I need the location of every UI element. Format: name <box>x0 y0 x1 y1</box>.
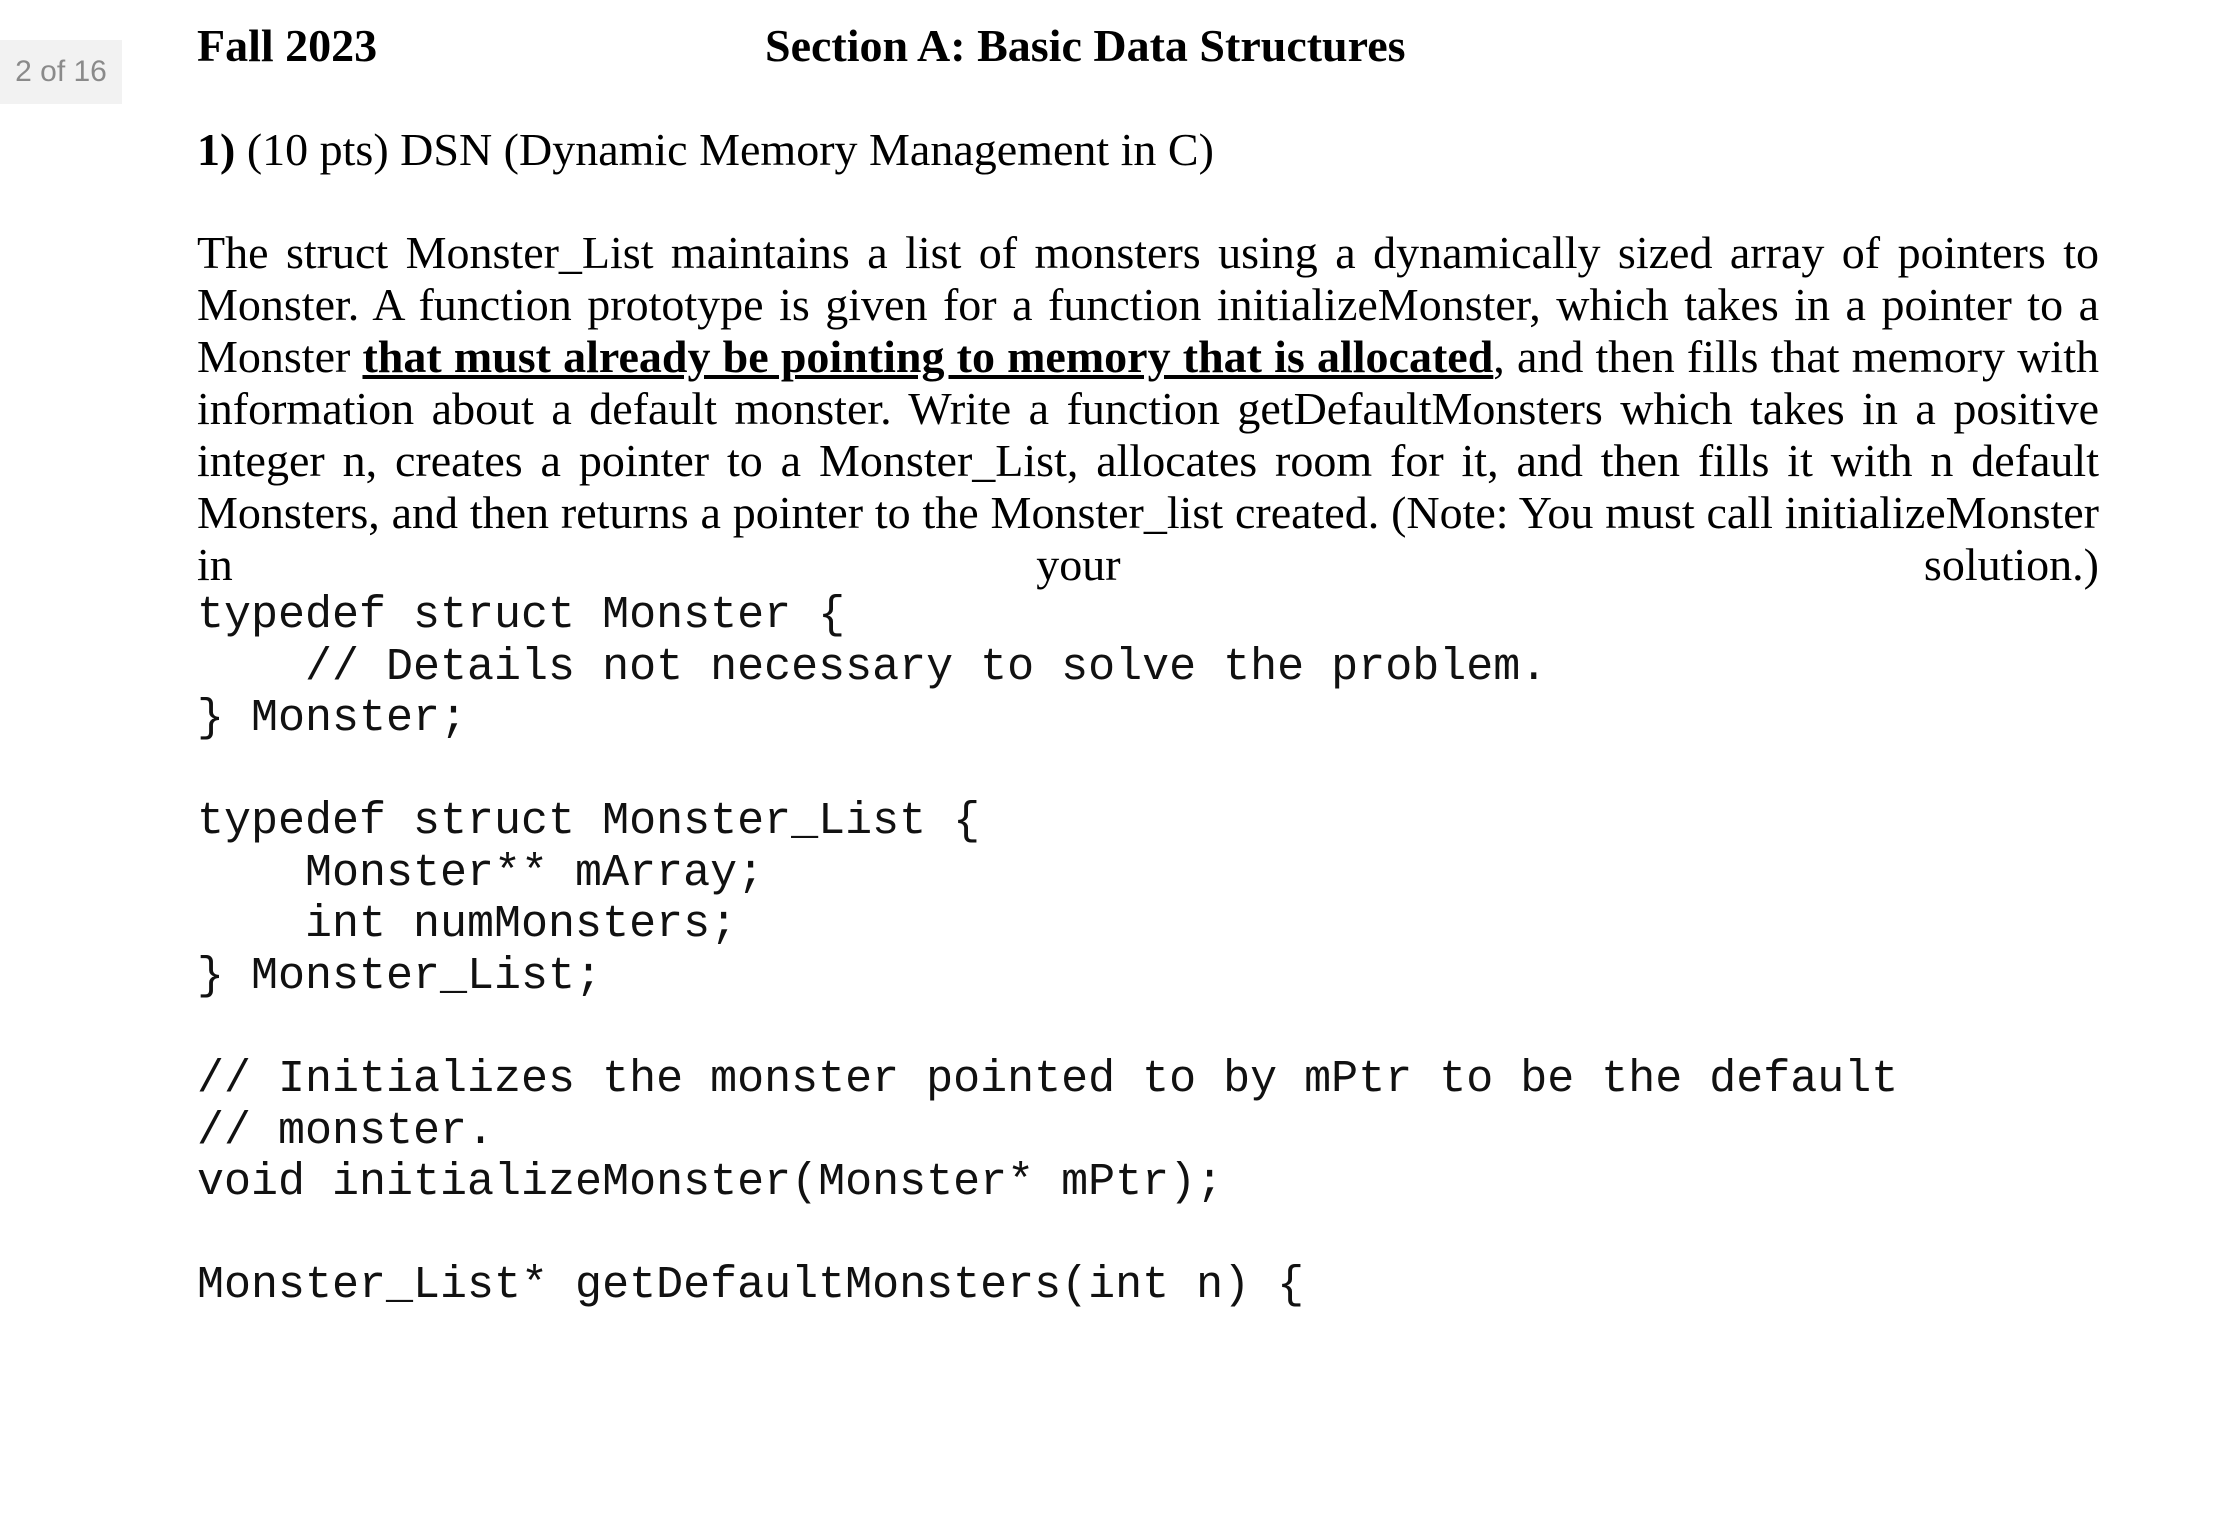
code-block-initialize-prototype: // Initializes the monster pointed to by… <box>197 1054 1899 1208</box>
page-indicator: 2 of 16 <box>0 40 122 104</box>
code-block-monster-struct: typedef struct Monster { // Details not … <box>197 590 1548 744</box>
code-block-monster-list-struct: typedef struct Monster_List { Monster** … <box>197 796 981 1002</box>
prompt-emphasis: that must already be pointing to memory … <box>362 331 1494 382</box>
question-heading: 1) (10 pts) DSN (Dynamic Memory Manageme… <box>197 118 1214 182</box>
header-section-title: Section A: Basic Data Structures <box>765 20 1406 71</box>
code-block-function-signature: Monster_List* getDefaultMonsters(int n) … <box>197 1260 1305 1311</box>
question-prompt: The struct Monster_List maintains a list… <box>197 227 2099 591</box>
question-title: (10 pts) DSN (Dynamic Memory Management … <box>246 124 1214 175</box>
question-number: 1) <box>197 124 236 175</box>
header-term: Fall 2023 <box>197 20 378 71</box>
